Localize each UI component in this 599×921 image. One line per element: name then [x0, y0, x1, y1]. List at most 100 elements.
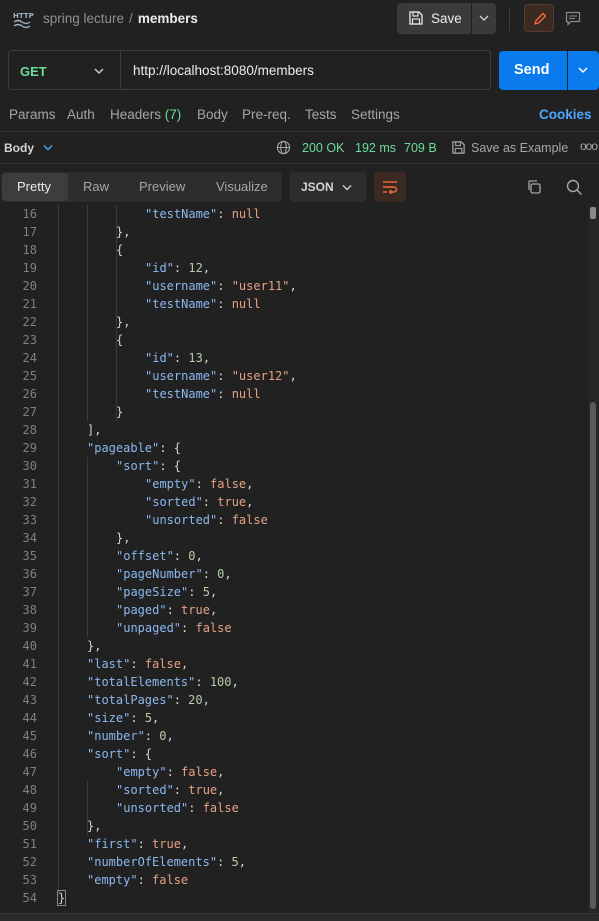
send-button[interactable]: Send [499, 51, 567, 90]
line-number: 39 [22, 621, 37, 635]
line-number: 22 [22, 315, 37, 329]
code-line: 38 "paged": true, [0, 601, 587, 619]
save-options-button[interactable] [472, 3, 496, 34]
code-line: 48 "sorted": true, [0, 781, 587, 799]
code-token: : [181, 621, 196, 635]
tab-auth[interactable]: Auth [67, 107, 95, 122]
code-token: "sorted" [145, 495, 203, 509]
code-token: : [188, 801, 203, 815]
chevron-down-icon [578, 67, 588, 74]
code-line: 16 "testName": null [0, 205, 587, 223]
status-code[interactable]: 200 OK [302, 141, 344, 155]
line-number: 35 [22, 549, 37, 563]
code-token: "numberOfElements" [87, 855, 218, 869]
code-token: }, [116, 315, 131, 329]
cookies-link[interactable]: Cookies [539, 107, 592, 122]
code-text: "size": 5, [87, 709, 159, 727]
breadcrumb-collection[interactable]: spring lecture [43, 11, 124, 26]
tab-tests[interactable]: Tests [305, 107, 337, 122]
tab-prereq[interactable]: Pre-req. [242, 107, 291, 122]
code-token: "user11" [231, 279, 290, 293]
code-token: : [217, 387, 232, 401]
tab-headers[interactable]: Headers (7) [110, 107, 181, 122]
line-number: 52 [22, 855, 37, 869]
code-token: : { [130, 747, 153, 761]
tab-raw[interactable]: Raw [83, 179, 109, 194]
chevron-down-icon[interactable] [93, 67, 105, 75]
line-number: 23 [22, 333, 37, 347]
comment-icon [565, 11, 581, 26]
more-options-icon[interactable]: ooo [580, 139, 598, 153]
search-icon[interactable] [566, 179, 583, 196]
line-number: 31 [22, 477, 37, 491]
code-token: 100 [209, 675, 232, 689]
code-token: false [152, 873, 189, 887]
edit-button[interactable] [524, 4, 554, 32]
code-line: 17}, [0, 223, 587, 241]
method-select[interactable]: GET [20, 64, 47, 79]
code-line: 46 "sort": { [0, 745, 587, 763]
divider [0, 163, 599, 164]
request-name[interactable]: members [138, 11, 198, 26]
code-token: , [180, 837, 189, 851]
code-token: true [181, 603, 210, 617]
response-time[interactable]: 192 ms [355, 141, 396, 155]
svg-text:HTTP: HTTP [13, 12, 34, 20]
line-number: 44 [22, 711, 37, 725]
code-token: "unsorted" [116, 801, 189, 815]
code-text: "totalElements": 100, [87, 673, 239, 691]
code-text: "empty": false [87, 871, 188, 889]
code-token: "pageNumber" [116, 567, 203, 581]
tab-preview[interactable]: Preview [139, 179, 185, 194]
code-token: : [173, 693, 189, 707]
code-token: false [210, 477, 247, 491]
url-input[interactable]: http://localhost:8080/members [133, 63, 314, 78]
code-token: : [130, 711, 145, 725]
save-button[interactable]: Save [397, 3, 471, 34]
save-as-example-button[interactable]: Save as Example [471, 141, 568, 155]
code-token: 5 [144, 711, 153, 725]
code-text: "username": "user11", [145, 277, 297, 295]
line-number: 45 [22, 729, 37, 743]
tab-params[interactable]: Params [9, 107, 56, 122]
code-line: 45 "number": 0, [0, 727, 587, 745]
response-body-select[interactable]: Body [4, 141, 34, 155]
code-text: "id": 12, [145, 259, 210, 277]
code-text: "pageNumber": 0, [116, 565, 232, 583]
save-icon[interactable] [451, 140, 466, 155]
code-token: true [152, 837, 181, 851]
code-line: 20 "username": "user11", [0, 277, 587, 295]
globe-icon[interactable] [276, 140, 291, 155]
wrap-lines-button[interactable] [374, 172, 406, 202]
code-token: null [231, 297, 261, 311]
tab-pretty[interactable]: Pretty [17, 179, 51, 194]
http-request-icon: HTTP [12, 9, 34, 29]
url-bar: GET http://localhost:8080/members [8, 50, 491, 90]
code-token: false [144, 657, 181, 671]
code-token: "sorted" [116, 783, 174, 797]
tab-body[interactable]: Body [197, 107, 228, 122]
response-body-viewer[interactable]: 16 "testName": null 17}, 18{19 "id": 12, 20 "u… [0, 205, 587, 913]
code-text: }, [87, 637, 101, 655]
format-select[interactable]: JSON [290, 172, 366, 202]
comments-button[interactable] [558, 4, 588, 32]
code-text: "number": 0, [87, 727, 174, 745]
code-token: "last" [87, 657, 131, 671]
code-line: 37 "pageSize": 5, [0, 583, 587, 601]
toolbar-divider [509, 7, 510, 31]
code-token: , [238, 855, 246, 869]
code-token: "number" [87, 729, 145, 743]
code-token: : [144, 729, 160, 743]
scrollbar-thumb[interactable] [590, 402, 596, 909]
code-line: 41 "last": false, [0, 655, 587, 673]
line-number: 25 [22, 369, 37, 383]
tab-visualize[interactable]: Visualize [216, 179, 268, 194]
tab-settings[interactable]: Settings [351, 107, 400, 122]
code-token: , [180, 657, 189, 671]
chevron-down-icon[interactable] [43, 144, 53, 151]
send-options-button[interactable] [568, 51, 599, 90]
chevron-down-icon [342, 185, 352, 191]
copy-icon[interactable] [526, 179, 542, 195]
scrollbar[interactable] [588, 205, 599, 913]
response-size[interactable]: 709 B [404, 141, 437, 155]
